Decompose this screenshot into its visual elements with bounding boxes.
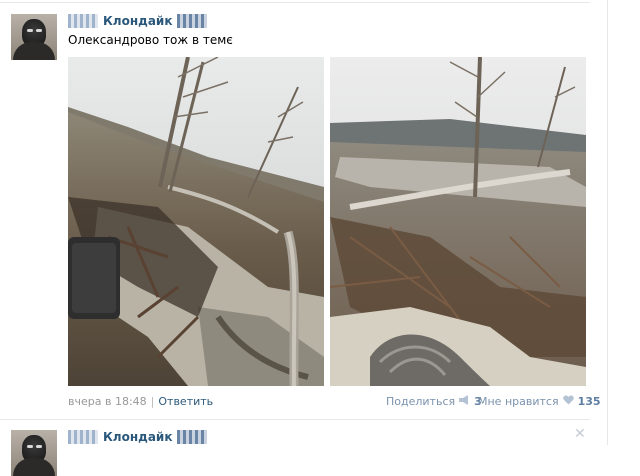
avatar-eye-right — [36, 445, 42, 448]
post-photo-1[interactable] — [68, 57, 324, 386]
avatar-eye-left — [27, 445, 33, 448]
next-post-author-row: Клондайк — [68, 429, 208, 445]
post-author-link[interactable]: Клондайк — [103, 14, 172, 28]
post-divider — [0, 419, 590, 420]
censored-block-left — [68, 14, 98, 28]
like-label: Мне нравится — [478, 395, 559, 408]
post-meta: вчера в 18:48 | Ответить — [68, 395, 213, 408]
like-count: 135 — [577, 395, 601, 408]
post-timestamp[interactable]: вчера в 18:48 — [68, 395, 147, 408]
like-button[interactable]: Мне нравится 135 — [478, 395, 601, 408]
post-author-row: Клондайк — [68, 13, 208, 29]
heart-icon — [562, 395, 574, 408]
share-button[interactable]: Поделиться 3 — [386, 395, 482, 408]
next-post-avatar[interactable] — [11, 430, 57, 476]
avatar-body — [13, 42, 55, 60]
feed-right-border — [607, 0, 608, 445]
post-photo-2[interactable] — [330, 57, 586, 386]
avatar-eye-left — [27, 29, 33, 32]
top-divider — [0, 2, 590, 3]
reply-link[interactable]: Ответить — [158, 395, 213, 408]
meta-separator: | — [150, 395, 155, 408]
share-label: Поделиться — [386, 395, 456, 408]
post-text: Олександрово тож в темє — [68, 33, 233, 47]
avatar-eye-right — [36, 29, 42, 32]
censored-block-right — [177, 430, 208, 444]
swamp-photo-2 — [330, 57, 586, 386]
megaphone-icon — [459, 395, 470, 408]
censored-block-left — [68, 430, 98, 444]
next-post-author-link[interactable]: Клондайк — [103, 430, 172, 444]
author-avatar[interactable] — [11, 14, 57, 60]
close-icon[interactable]: ✕ — [574, 426, 586, 442]
swamp-photo-1 — [68, 57, 324, 386]
avatar-body — [13, 458, 55, 476]
censored-block-right — [177, 14, 208, 28]
